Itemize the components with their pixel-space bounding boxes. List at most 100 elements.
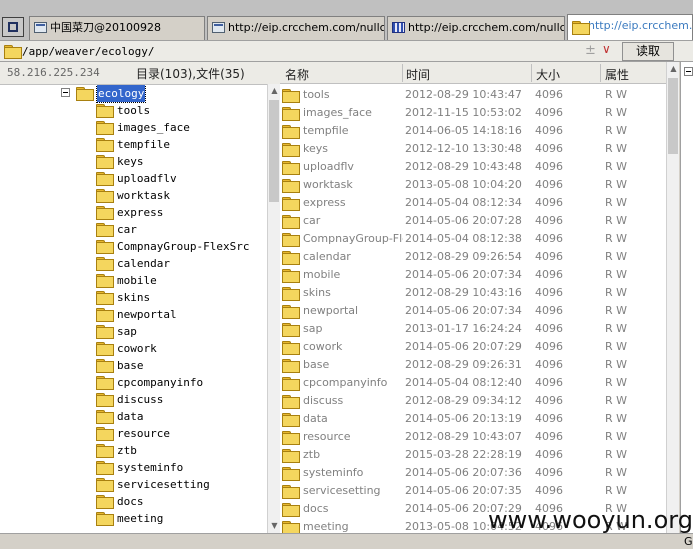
folder-icon (282, 233, 300, 247)
file-row[interactable]: newportal 2014-05-06 20:07:34 4096 R W (280, 302, 666, 320)
folder-icon (282, 485, 300, 499)
file-size: 4096 (535, 178, 563, 191)
chevron-down-icon[interactable]: ∨ (602, 42, 611, 56)
tree-item-label: tools (117, 104, 151, 117)
window-toggle-button[interactable] (2, 17, 24, 37)
folder-icon (282, 89, 300, 103)
folder-icon (282, 521, 300, 533)
folder-icon (96, 342, 114, 356)
column-size-header[interactable]: 大小 (536, 66, 560, 83)
file-time: 2012-08-29 10:43:07 (405, 430, 522, 443)
file-attr: R W (605, 268, 628, 281)
tree-item-label: calendar (117, 257, 170, 270)
column-attr-header[interactable]: 属性 (605, 66, 629, 83)
file-row[interactable]: base 2012-08-29 09:26:31 4096 R W (280, 356, 666, 374)
tree-scrollbar[interactable]: ▲ ▼ (267, 84, 280, 533)
tab-caidao[interactable]: 中国菜刀@20100928 (29, 16, 205, 40)
tree-item-label: tempfile (117, 138, 170, 151)
file-name: newportal (303, 304, 359, 317)
folder-icon (282, 323, 300, 337)
tree-item-label: systeminfo (117, 461, 184, 474)
plus-minus-icon[interactable]: ± (585, 43, 596, 58)
folder-icon (282, 341, 300, 355)
folder-icon (282, 449, 300, 463)
tree-item-label: car (117, 223, 137, 236)
file-attr: R W (605, 214, 628, 227)
right-panel (680, 62, 693, 533)
file-row[interactable]: car 2014-05-06 20:07:28 4096 R W (280, 212, 666, 230)
file-name: sap (303, 322, 323, 335)
folder-icon (282, 143, 300, 157)
file-size: 4096 (535, 88, 563, 101)
file-row[interactable]: servicesetting 2014-05-06 20:07:35 4096 R W (280, 482, 666, 500)
file-row[interactable]: tempfile 2014-06-05 14:18:16 4096 R W (280, 122, 666, 140)
folder-open-icon (76, 87, 94, 101)
tree-header: 58.216.225.234 目录(103),文件(35) (0, 62, 280, 84)
file-row[interactable]: keys 2012-12-10 13:30:48 4096 R W (280, 140, 666, 158)
column-divider[interactable] (531, 64, 532, 82)
read-button[interactable]: 读取 (622, 42, 674, 61)
window-icon (8, 22, 18, 32)
collapse-icon[interactable] (684, 67, 693, 76)
page-icon (34, 22, 47, 33)
status-bar: G (0, 533, 693, 549)
folder-icon (4, 45, 22, 59)
file-row[interactable]: data 2014-05-06 20:13:19 4096 R W (280, 410, 666, 428)
file-row[interactable]: mobile 2014-05-06 20:07:34 4096 R W (280, 266, 666, 284)
file-name: tools (303, 88, 330, 101)
file-row[interactable]: uploadflv 2012-08-29 10:43:48 4096 R W (280, 158, 666, 176)
file-size: 4096 (535, 376, 563, 389)
file-time: 2012-08-29 09:26:54 (405, 250, 522, 263)
scroll-thumb[interactable] (269, 100, 279, 202)
file-time: 2014-05-04 08:12:40 (405, 376, 522, 389)
file-size: 4096 (535, 412, 563, 425)
file-row[interactable]: calendar 2012-08-29 09:26:54 4096 R W (280, 248, 666, 266)
file-row[interactable]: ztb 2015-03-28 22:28:19 4096 R W (280, 446, 666, 464)
file-time: 2014-06-05 14:18:16 (405, 124, 522, 137)
path-input[interactable]: /app/weaver/ecology/ (22, 45, 154, 58)
file-row[interactable]: images_face 2012-11-15 10:53:02 4096 R W (280, 104, 666, 122)
file-row[interactable]: express 2014-05-04 08:12:34 4096 R W (280, 194, 666, 212)
file-row[interactable]: CompnayGroup-Fle...2014-05-04 08:12:38 40… (280, 230, 666, 248)
folder-icon (282, 395, 300, 409)
file-attr: R W (605, 340, 628, 353)
file-attr: R W (605, 484, 628, 497)
file-row[interactable]: skins 2012-08-29 10:43:16 4096 R W (280, 284, 666, 302)
tab-url-active[interactable]: http://eip.crcchem.com/ (567, 14, 693, 40)
tree-item-label: resource (117, 427, 170, 440)
column-divider[interactable] (600, 64, 601, 82)
tab-url-2[interactable]: http://eip.crcchem.com/nullc... (387, 16, 565, 40)
file-size: 4096 (535, 394, 563, 407)
file-time: 2014-05-06 20:07:36 (405, 466, 522, 479)
file-list-scrollbar[interactable]: ▲ (666, 62, 679, 533)
folder-icon (96, 393, 114, 407)
scroll-up-icon[interactable]: ▲ (667, 62, 680, 76)
column-name-header[interactable]: 名称 (285, 66, 309, 83)
column-divider[interactable] (402, 64, 403, 82)
scroll-thumb[interactable] (668, 78, 678, 154)
file-name: docs (303, 502, 329, 515)
file-row[interactable]: sap 2013-01-17 16:24:24 4096 R W (280, 320, 666, 338)
status-text: G (684, 535, 693, 548)
file-row[interactable]: worktask 2013-05-08 10:04:20 4096 R W (280, 176, 666, 194)
collapse-icon[interactable] (61, 88, 70, 97)
file-time: 2014-05-06 20:07:34 (405, 268, 522, 281)
file-row[interactable]: cpcompanyinfo 2014-05-04 08:12:40 4096 R W (280, 374, 666, 392)
tree-item-label: mobile (117, 274, 157, 287)
column-time-header[interactable]: 时间 (406, 66, 430, 83)
file-row[interactable]: resource 2012-08-29 10:43:07 4096 R W (280, 428, 666, 446)
file-row[interactable]: discuss 2012-08-29 09:34:12 4096 R W (280, 392, 666, 410)
tab-label: http://eip.crcchem.com/nullc... (228, 21, 385, 34)
file-time: 2014-05-06 20:07:29 (405, 340, 522, 353)
folder-icon (96, 410, 114, 424)
tree-item-label: data (117, 410, 144, 423)
tree-item-label: newportal (117, 308, 177, 321)
file-row[interactable]: tools 2012-08-29 10:43:47 4096 R W (280, 86, 666, 104)
file-row[interactable]: systeminfo 2014-05-06 20:07:36 4096 R W (280, 464, 666, 482)
file-time: 2012-08-29 10:43:48 (405, 160, 522, 173)
tab-url-1[interactable]: http://eip.crcchem.com/nullc... (207, 16, 385, 40)
file-row[interactable]: cowork 2014-05-06 20:07:29 4096 R W (280, 338, 666, 356)
folder-icon (282, 215, 300, 229)
file-name: express (303, 196, 346, 209)
file-time: 2012-08-29 10:43:47 (405, 88, 522, 101)
